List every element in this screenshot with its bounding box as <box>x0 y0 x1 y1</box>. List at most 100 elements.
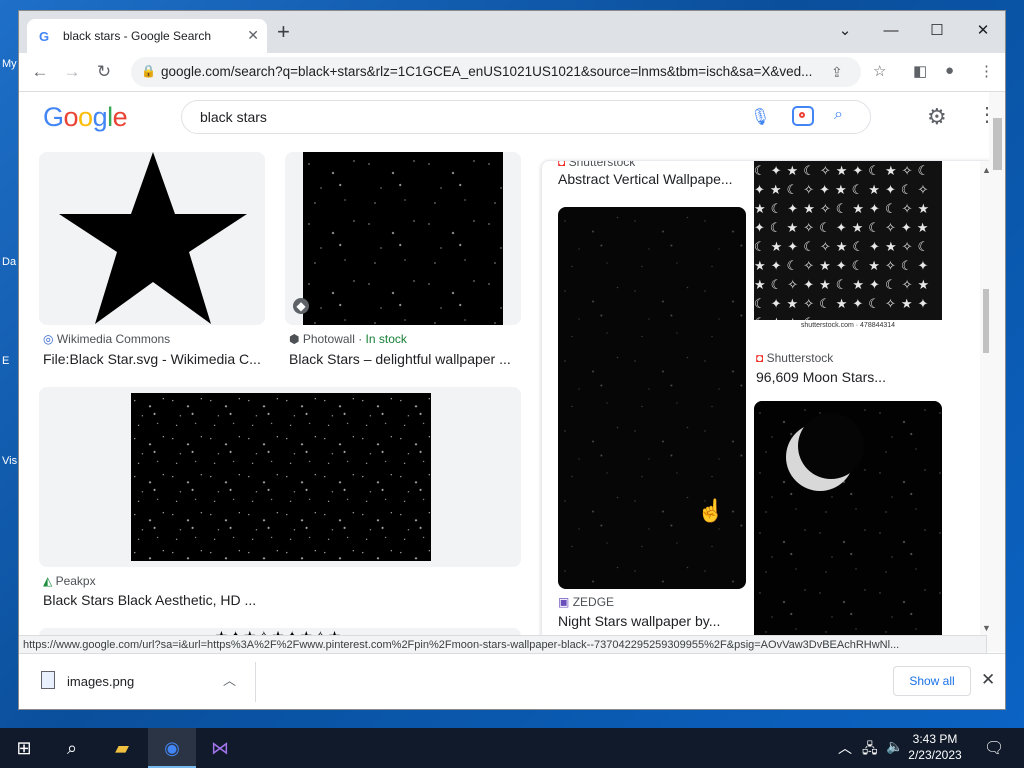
browser-window: G black stars - Google Search ✕ + ⌄ — ☐ … <box>18 10 1006 710</box>
search-icon[interactable]: ⌕ <box>48 728 96 768</box>
close-downloads-icon[interactable]: ✕ <box>981 670 995 690</box>
status-bar-url: https://www.google.com/url?sa=i&url=http… <box>19 635 987 653</box>
result-source-name: ZEDGE <box>572 595 615 609</box>
lock-icon[interactable]: 🔒 <box>141 64 156 78</box>
result-source-name: Shutterstock <box>766 351 834 365</box>
tab-title: black stars - Google Search <box>63 29 212 43</box>
desktop-icon-label[interactable]: My <box>2 58 17 70</box>
result-source-name: Shutterstock <box>568 160 636 169</box>
chevron-up-icon[interactable]: ︿ <box>838 738 852 758</box>
tag-icon: ◆ <box>293 298 309 314</box>
chrome-icon[interactable]: ◉ <box>148 728 196 768</box>
close-tab-icon[interactable]: ✕ <box>247 27 259 44</box>
result-image-black-star[interactable] <box>39 152 265 325</box>
page-scrollbar-thumb[interactable] <box>993 118 1002 170</box>
bookmark-star-icon[interactable]: ☆ <box>873 62 886 80</box>
network-icon[interactable]: 🖧 <box>862 738 878 762</box>
download-file-name[interactable]: images.png <box>67 674 134 689</box>
wikimedia-icon: ◎ <box>43 332 54 346</box>
search-icon[interactable]: ⌕ <box>834 106 843 124</box>
close-window-button[interactable]: ✕ <box>963 17 1003 45</box>
notifications-icon[interactable]: 🗨 <box>984 738 1004 758</box>
file-explorer-icon[interactable]: ▰ <box>98 728 146 768</box>
result-title[interactable]: Black Stars – delightful wallpaper ... <box>289 351 511 367</box>
moon-shadow-shape <box>798 413 864 479</box>
night-stars-image[interactable] <box>558 207 746 589</box>
settings-gear-icon[interactable]: ⚙ <box>927 104 947 130</box>
result-image-star-field[interactable]: ◆ <box>285 152 521 325</box>
side-panel-icon[interactable]: ◧ <box>913 62 927 80</box>
logo-letter: G <box>43 102 64 132</box>
star-field-image <box>303 152 503 325</box>
taskbar: ⊞ ⌕ ▰ ◉ ⋈ ︿ 🖧 🔈 3:43 PM 2/23/2023 🗨 <box>0 728 1024 768</box>
result-source[interactable]: ▣ ZEDGE <box>558 595 614 609</box>
menu-kebab-icon[interactable]: ⋮ <box>979 62 994 80</box>
night-stars-texture <box>558 207 746 589</box>
profile-avatar-icon[interactable]: ● <box>945 62 954 79</box>
result-title[interactable]: 96,609 Moon Stars... <box>756 369 886 385</box>
logo-letter: o <box>63 102 79 132</box>
reload-icon[interactable]: ↻ <box>93 61 115 83</box>
google-logo[interactable]: Google <box>43 102 128 133</box>
chevron-up-icon[interactable]: ︿ <box>223 670 236 689</box>
desktop-icon-label[interactable]: Vis <box>2 455 17 467</box>
hand-cursor-icon: ☝ <box>697 498 725 523</box>
desktop-icon-label[interactable]: E <box>2 355 9 367</box>
moon-night-sky-image[interactable] <box>754 401 942 652</box>
browser-toolbar: ← → ↻ 🔒 google.com/search?q=black+stars&… <box>19 53 1005 92</box>
tab-google-search[interactable]: G black stars - Google Search ✕ <box>27 19 267 53</box>
moon-stars-pattern: ☾✦★☾✧★✦☾★✧☾✦★☾✧✦★☾★✦☾✧★☾✦★✧☾★✦☾✧★✦☾★✧☾✦★… <box>754 163 935 330</box>
page-content: Google black stars 🎙 ⌕ ⚙ ⋮⋮ ◎ Wikimedia … <box>19 92 1005 652</box>
address-url[interactable]: google.com/search?q=black+stars&rlz=1C1G… <box>161 64 831 79</box>
result-title[interactable]: Night Stars wallpaper by... <box>558 613 720 629</box>
panel-top-title[interactable]: Abstract Vertical Wallpape... <box>558 171 733 187</box>
search-box[interactable]: black stars 🎙 ⌕ <box>181 100 871 134</box>
address-bar[interactable]: 🔒 google.com/search?q=black+stars&rlz=1C… <box>131 57 861 87</box>
result-source-name: Peakpx <box>55 574 96 588</box>
clock-time: 3:43 PM <box>912 732 958 746</box>
panel-top-source[interactable]: ◘ Shutterstock <box>558 160 636 169</box>
windows-start-icon[interactable]: ⊞ <box>0 728 48 768</box>
lens-camera-icon[interactable] <box>792 106 814 126</box>
share-icon[interactable]: ⇪ <box>831 64 843 81</box>
result-source[interactable]: ◎ Wikimedia Commons <box>43 332 170 346</box>
tab-search-icon[interactable]: ⌄ <box>825 17 865 45</box>
result-source[interactable]: ◘ Shutterstock <box>756 351 833 365</box>
result-image-black-stars-aesthetic[interactable] <box>39 387 521 567</box>
result-source[interactable]: ⬢ Photowall · In stock <box>289 332 407 346</box>
tab-strip: G black stars - Google Search ✕ + ⌄ — ☐ … <box>19 11 1005 53</box>
moon-stars-pattern-image[interactable]: ☾✦★☾✧★✦☾★✧☾✦★☾✧✦★☾★✦☾✧★☾✦★✧☾★✦☾✧★✦☾★✧☾✦★… <box>754 161 942 331</box>
separator-dot: · <box>358 332 363 346</box>
result-source-name: Photowall <box>302 332 355 346</box>
visual-studio-icon[interactable]: ⋈ <box>196 728 244 768</box>
logo-letter: e <box>112 102 128 132</box>
volume-icon[interactable]: 🔈 <box>886 738 903 755</box>
black-star-image <box>59 152 247 324</box>
maximize-button[interactable]: ☐ <box>917 17 957 45</box>
search-input[interactable]: black stars <box>200 109 267 125</box>
shutterstock-icon: ◘ <box>756 351 764 365</box>
shutterstock-icon: ◘ <box>558 160 566 169</box>
desktop-icons: My Da E Vis <box>0 0 18 728</box>
logo-letter: o <box>78 102 93 132</box>
photowall-icon: ⬢ <box>289 332 300 346</box>
microphone-icon[interactable]: 🎙 <box>750 107 770 127</box>
peakpx-icon: ◭ <box>43 574 53 588</box>
file-image-icon <box>41 671 55 689</box>
image-preview-panel: ◘ Shutterstock Abstract Vertical Wallpap… <box>541 160 995 652</box>
logo-letter: g <box>92 102 108 132</box>
result-source[interactable]: ◭ Peakpx <box>43 574 96 588</box>
page-scrollbar[interactable] <box>989 92 1005 652</box>
minimize-button[interactable]: — <box>871 17 911 45</box>
result-title[interactable]: File:Black Star.svg - Wikimedia C... <box>43 351 261 367</box>
system-clock[interactable]: 3:43 PM 2/23/2023 <box>906 731 964 763</box>
result-title[interactable]: Black Stars Black Aesthetic, HD ... <box>43 592 256 608</box>
show-all-button[interactable]: Show all <box>893 666 971 696</box>
new-tab-button[interactable]: + <box>277 21 290 43</box>
forward-arrow-icon[interactable]: → <box>61 61 83 83</box>
back-arrow-icon[interactable]: ← <box>29 61 51 83</box>
desktop-icon-label[interactable]: Da <box>2 256 16 268</box>
zedge-icon: ▣ <box>558 595 570 609</box>
divider <box>255 662 256 702</box>
in-stock-label: In stock <box>365 332 407 346</box>
